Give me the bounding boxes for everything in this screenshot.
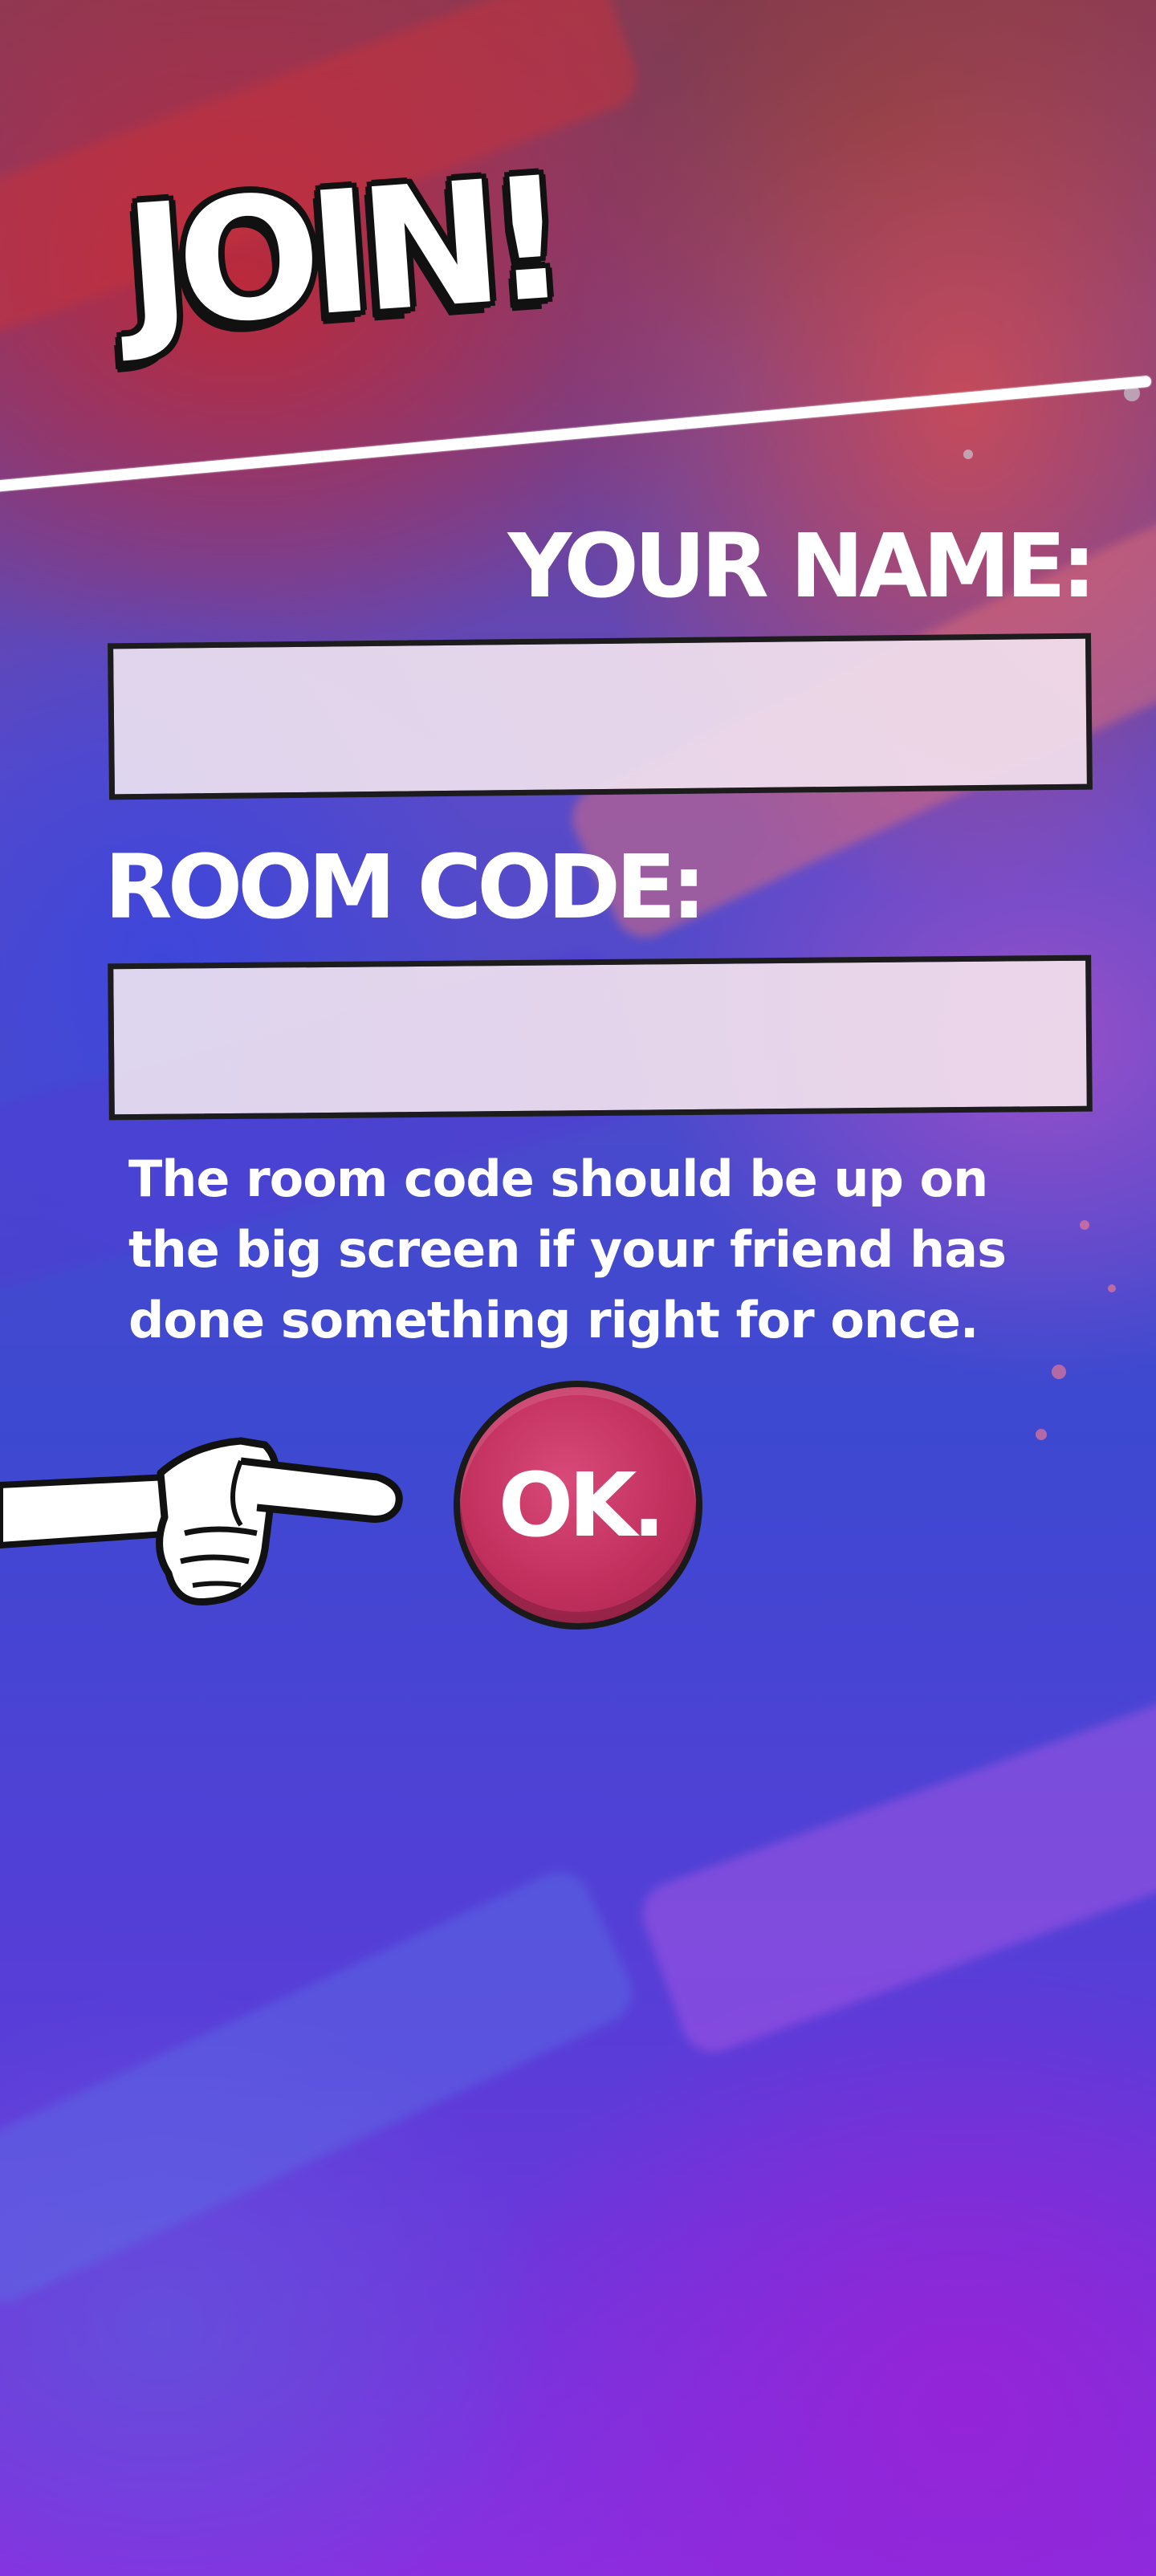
name-input[interactable] [108, 633, 1093, 800]
paint-splatter [963, 450, 973, 459]
name-label: YOUR NAME: [507, 515, 1097, 617]
ok-button-label: OK. [498, 1454, 666, 1557]
paint-stroke [0, 1862, 643, 2313]
room-code-label: ROOM CODE: [104, 836, 706, 938]
paint-stroke [633, 1647, 1156, 2061]
room-code-input[interactable] [108, 954, 1093, 1121]
pointing-hand-icon [0, 1437, 403, 1606]
ok-button[interactable]: OK. [454, 1381, 702, 1630]
room-code-hint: The room code should be up on the big sc… [128, 1150, 1007, 1349]
paint-splatter [1080, 1220, 1089, 1230]
paint-splatter [1108, 1284, 1116, 1292]
paint-splatter [1052, 1365, 1066, 1379]
page-title: JOIN! [119, 140, 563, 367]
paint-splatter [1036, 1429, 1047, 1440]
